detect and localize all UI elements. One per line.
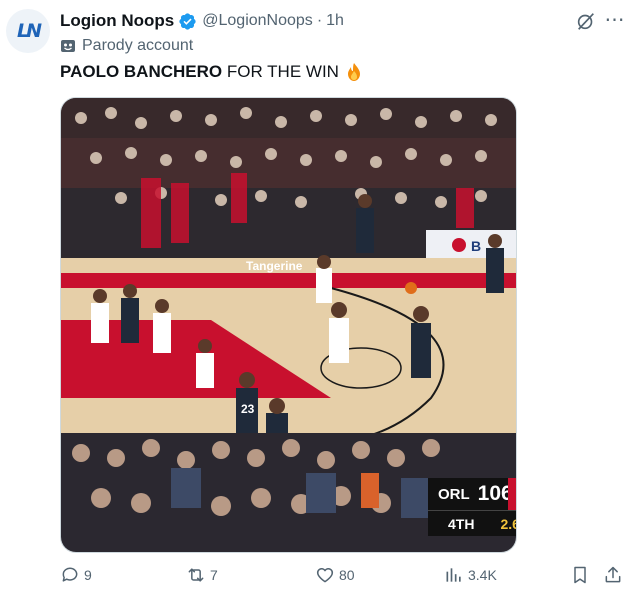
tweet-video[interactable]: B Tangerine 23 ORL 106 4TH 2. — [60, 97, 517, 553]
player-number-1: 23 — [241, 402, 255, 416]
post-time[interactable]: 1h — [326, 12, 344, 30]
parody-label-text: Parody account — [82, 37, 194, 54]
author-name[interactable]: Logion Noops — [60, 11, 174, 31]
score-clock: 2.6 — [500, 516, 516, 532]
tweet-text: PAOLO BANCHERO FOR THE WIN — [60, 62, 364, 82]
views-count: 3.4K — [468, 567, 497, 583]
grok-icon[interactable] — [575, 10, 597, 32]
share-icon — [605, 566, 621, 583]
repost-icon — [188, 568, 204, 582]
like-button[interactable]: 80 — [315, 565, 355, 585]
repost-count: 7 — [210, 567, 218, 583]
fire-emoji — [347, 63, 360, 81]
author-handle[interactable]: @LogionNoops — [202, 12, 313, 30]
share-button[interactable] — [603, 565, 623, 585]
bookmark-button[interactable] — [570, 565, 590, 585]
arena-sign-text: Tangerine — [246, 259, 303, 273]
separator-dot: · — [316, 12, 323, 29]
heart-icon — [316, 568, 334, 583]
more-options-icon[interactable]: ⋯ — [604, 9, 626, 31]
reply-icon — [62, 567, 78, 582]
repost-button[interactable]: 7 — [186, 565, 218, 585]
scoreboard: ORL 106 4TH 2.6 — [428, 478, 516, 536]
action-bar: 9 7 80 3.4K — [0, 565, 640, 591]
tweet-header: Logion Noops @LogionNoops · 1h — [60, 10, 344, 32]
reply-button[interactable]: 9 — [60, 565, 92, 585]
like-count: 80 — [339, 567, 355, 583]
tweet-text-rest: FOR THE WIN — [226, 62, 339, 81]
bookmark-icon — [574, 566, 586, 584]
score-team: ORL — [438, 485, 470, 503]
parody-label: Parody account — [60, 37, 193, 55]
views-button[interactable]: 3.4K — [444, 565, 497, 585]
tweet-text-bold: PAOLO BANCHERO — [60, 62, 223, 81]
verified-badge-icon — [179, 12, 196, 30]
score-team-bar — [508, 478, 516, 510]
avatar[interactable]: LN — [6, 9, 50, 53]
ln-monogram-logo: LN — [16, 20, 42, 42]
parody-mask-icon — [61, 40, 75, 52]
svg-text:B: B — [471, 238, 481, 254]
views-chart-icon — [446, 568, 461, 582]
score-quarter: 4TH — [448, 516, 475, 532]
reply-count: 9 — [84, 567, 92, 583]
